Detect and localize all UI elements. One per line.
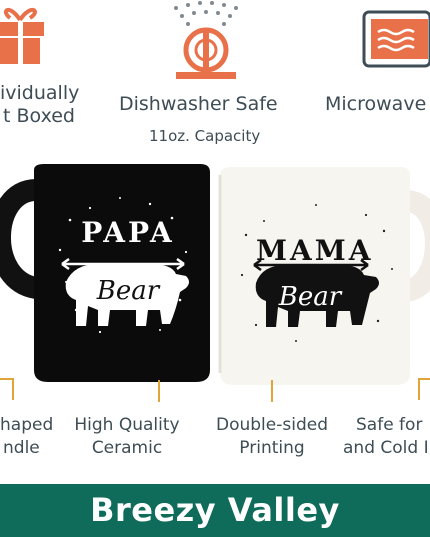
pointer-line-printing bbox=[271, 380, 273, 402]
pointer-line-safe-h bbox=[418, 378, 430, 380]
dishwasher-icon bbox=[174, 1, 238, 79]
ceramic-line-1: High Quality bbox=[74, 415, 180, 435]
mama-bear-mug bbox=[218, 167, 430, 385]
safe-hot-cold-label: Safe for and Cold I bbox=[343, 414, 429, 460]
pointer-line-handle-h bbox=[0, 378, 13, 380]
brand-name: Breezy Valley bbox=[90, 491, 340, 529]
shaped-handle-label: haped ndle bbox=[0, 414, 53, 460]
pointer-line-handle bbox=[12, 378, 14, 400]
microwave-icon bbox=[362, 10, 430, 68]
pointer-line-ceramic bbox=[158, 380, 160, 402]
ceramic-line-2: Ceramic bbox=[91, 438, 163, 458]
mama-script: Bear bbox=[278, 282, 342, 312]
papa-word: PAPA bbox=[81, 216, 175, 249]
boxed-line-2: t Boxed bbox=[3, 105, 75, 127]
double-sided-printing-label: Double-sided Printing bbox=[210, 414, 334, 460]
papa-script: Bear bbox=[96, 276, 160, 306]
dishwasher-safe-label: Dishwasher Safe bbox=[119, 93, 278, 115]
individually-boxed-label: ividually t Boxed bbox=[0, 82, 79, 128]
boxed-line-1: ividually bbox=[0, 82, 80, 104]
microwave-label: Microwave bbox=[325, 93, 427, 115]
mama-word: MAMA bbox=[256, 234, 374, 267]
printing-line-2: Printing bbox=[239, 438, 305, 458]
printing-line-1: Double-sided bbox=[216, 415, 328, 435]
safe-line-2: and Cold I bbox=[343, 438, 429, 458]
handle-line-2: ndle bbox=[3, 438, 40, 458]
capacity-label: 11oz. Capacity bbox=[149, 127, 261, 145]
safe-line-1: Safe for bbox=[356, 415, 423, 435]
pointer-line-safe bbox=[418, 378, 420, 400]
gift-box-icon bbox=[0, 8, 44, 64]
high-quality-ceramic-label: High Quality Ceramic bbox=[68, 414, 186, 460]
handle-line-1: haped bbox=[0, 415, 54, 435]
papa-bear-mug bbox=[0, 164, 210, 382]
